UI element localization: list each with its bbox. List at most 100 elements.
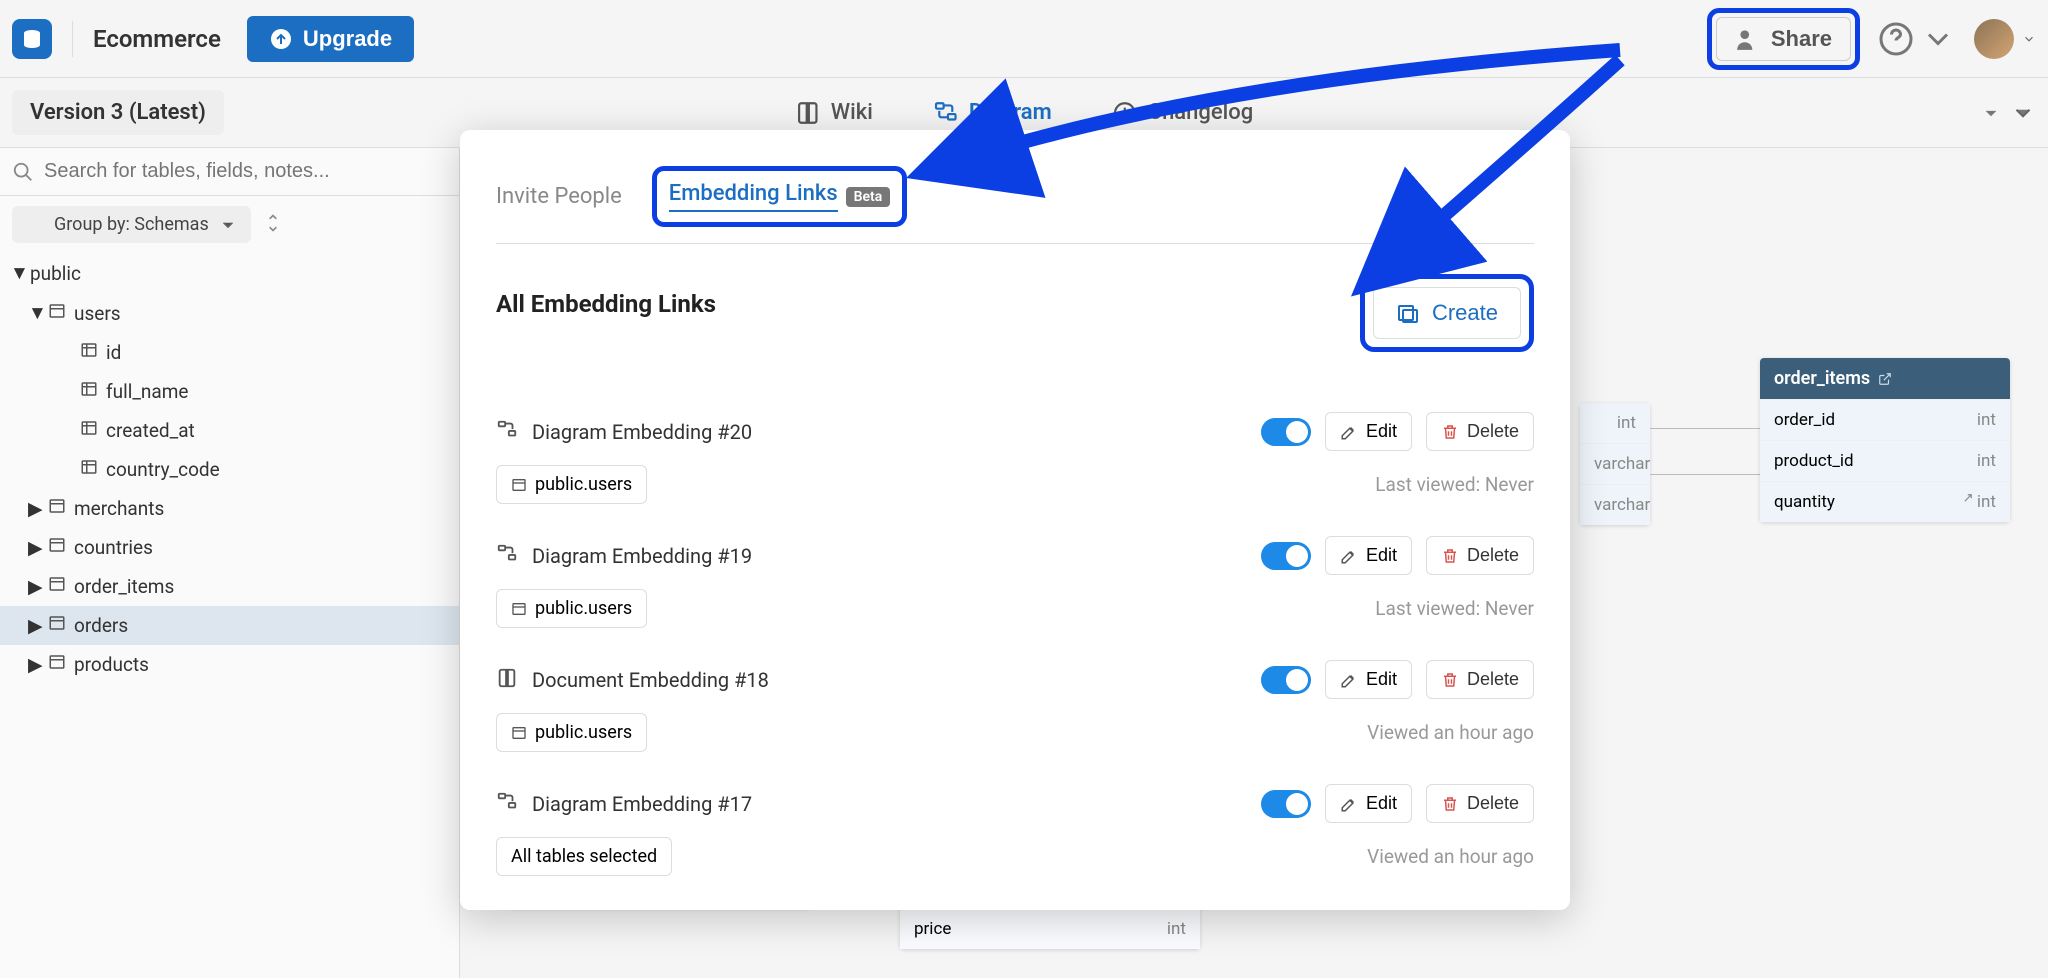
caret-right-icon: ▶: [28, 536, 40, 559]
edit-label: Edit: [1366, 793, 1397, 814]
edit-button[interactable]: Edit: [1325, 784, 1412, 823]
caret-down-icon: ▼: [28, 301, 40, 325]
annotation-create-highlight: Create: [1360, 274, 1534, 352]
col-type: int: [1167, 919, 1186, 939]
table-label: products: [74, 653, 149, 676]
diagram-icon: [496, 543, 518, 569]
embed-title: Diagram Embedding #20: [532, 420, 1247, 444]
edit-button[interactable]: Edit: [1325, 536, 1412, 575]
col-name: order_id: [1774, 410, 1835, 430]
table-icon: [48, 302, 66, 325]
external-link-icon: [1955, 492, 1973, 512]
column-label: country_code: [106, 458, 220, 481]
tab-diagram-label: Diagram: [969, 100, 1052, 125]
embed-title: Document Embedding #18: [532, 668, 1247, 692]
tab-changelog[interactable]: Changelog: [1112, 100, 1254, 126]
schema-public[interactable]: ▼ public: [0, 253, 459, 293]
diagram-icon: [496, 791, 518, 817]
search-input[interactable]: [44, 160, 447, 183]
tab-wiki[interactable]: Wiki: [795, 100, 873, 126]
embed-item: Diagram Embedding #19 Edit Delete public…: [496, 536, 1534, 628]
app-logo[interactable]: [12, 19, 52, 59]
table-order-items[interactable]: ▶ order_items: [0, 567, 459, 606]
collapse-all-icon[interactable]: [263, 213, 283, 237]
tab-changelog-label: Changelog: [1148, 100, 1254, 125]
table-label: users: [74, 302, 121, 325]
table-icon: [48, 653, 66, 676]
upgrade-button[interactable]: Upgrade: [247, 16, 414, 62]
toggle-enabled[interactable]: [1261, 790, 1311, 818]
diagram-table-partial[interactable]: int varchar varchar: [1580, 403, 1650, 525]
column-icon: [80, 341, 98, 364]
delete-button[interactable]: Delete: [1426, 784, 1534, 823]
column-label: created_at: [106, 419, 195, 442]
edit-button[interactable]: Edit: [1325, 660, 1412, 699]
divider: [72, 21, 73, 57]
column-icon: [80, 380, 98, 403]
delete-button[interactable]: Delete: [1426, 412, 1534, 451]
column-label: id: [106, 341, 121, 364]
tab-diagram[interactable]: Diagram: [933, 100, 1052, 126]
group-by-label: Group by: Schemas: [54, 214, 209, 235]
group-by-selector[interactable]: Group by: Schemas: [12, 206, 251, 243]
caret-right-icon: ▶: [28, 497, 40, 520]
version-selector[interactable]: Version 3 (Latest): [12, 90, 224, 135]
table-orders[interactable]: ▶ orders: [0, 606, 459, 645]
table-icon: [48, 614, 66, 637]
create-button[interactable]: Create: [1373, 287, 1521, 339]
table-label: orders: [74, 614, 128, 637]
caret-right-icon: ▶: [28, 653, 40, 676]
tab-wiki-label: Wiki: [831, 100, 873, 125]
embed-scope-chip[interactable]: public.users: [496, 589, 647, 628]
delete-button[interactable]: Delete: [1426, 660, 1534, 699]
column-full-name[interactable]: full_name: [0, 372, 459, 411]
download-button[interactable]: [1978, 100, 2036, 126]
table-products[interactable]: ▶ products: [0, 645, 459, 684]
column-created-at[interactable]: created_at: [0, 411, 459, 450]
help-button[interactable]: [1878, 21, 1956, 57]
table-users[interactable]: ▼ users: [0, 293, 459, 333]
table-icon: [48, 536, 66, 559]
col-type: int: [1617, 413, 1636, 433]
user-menu[interactable]: [1974, 19, 2036, 59]
delete-button[interactable]: Delete: [1426, 536, 1534, 575]
modal-tab-embedding[interactable]: Embedding Links: [669, 181, 838, 212]
share-modal: Invite People Embedding Links Beta All E…: [460, 130, 1570, 910]
diagram-icon: [496, 419, 518, 445]
annotation-share-highlight: Share: [1707, 8, 1860, 70]
column-icon: [80, 419, 98, 442]
toggle-enabled[interactable]: [1261, 418, 1311, 446]
edit-label: Edit: [1366, 545, 1397, 566]
share-label: Share: [1771, 26, 1832, 52]
toggle-enabled[interactable]: [1261, 666, 1311, 694]
upgrade-label: Upgrade: [303, 26, 392, 52]
share-button[interactable]: Share: [1716, 17, 1851, 61]
edit-button[interactable]: Edit: [1325, 412, 1412, 451]
embed-title: Diagram Embedding #19: [532, 544, 1247, 568]
embed-scope-label: All tables selected: [511, 846, 657, 867]
beta-badge: Beta: [846, 187, 891, 207]
column-country-code[interactable]: country_code: [0, 450, 459, 489]
embed-scope-chip[interactable]: public.users: [496, 713, 647, 752]
diagram-table-order-items[interactable]: order_items order_idint product_idint qu…: [1760, 358, 2010, 522]
toggle-enabled[interactable]: [1261, 542, 1311, 570]
modal-tab-invite[interactable]: Invite People: [496, 184, 622, 209]
embed-scope-label: public.users: [535, 598, 632, 619]
embed-scope-chip[interactable]: All tables selected: [496, 837, 672, 876]
table-countries[interactable]: ▶ countries: [0, 528, 459, 567]
embed-scope-chip[interactable]: public.users: [496, 465, 647, 504]
edit-label: Edit: [1366, 421, 1397, 442]
project-name: Ecommerce: [93, 25, 221, 53]
embed-title: Diagram Embedding #17: [532, 792, 1247, 816]
external-link-icon: [1878, 372, 1892, 386]
col-type: varchar: [1594, 454, 1650, 474]
delete-label: Delete: [1467, 545, 1519, 566]
document-icon: [496, 667, 518, 693]
delete-label: Delete: [1467, 793, 1519, 814]
table-label: order_items: [74, 575, 174, 598]
last-viewed: Viewed an hour ago: [1367, 721, 1534, 744]
table-label: countries: [74, 536, 153, 559]
embed-scope-label: public.users: [535, 722, 632, 743]
table-merchants[interactable]: ▶ merchants: [0, 489, 459, 528]
column-id[interactable]: id: [0, 333, 459, 372]
